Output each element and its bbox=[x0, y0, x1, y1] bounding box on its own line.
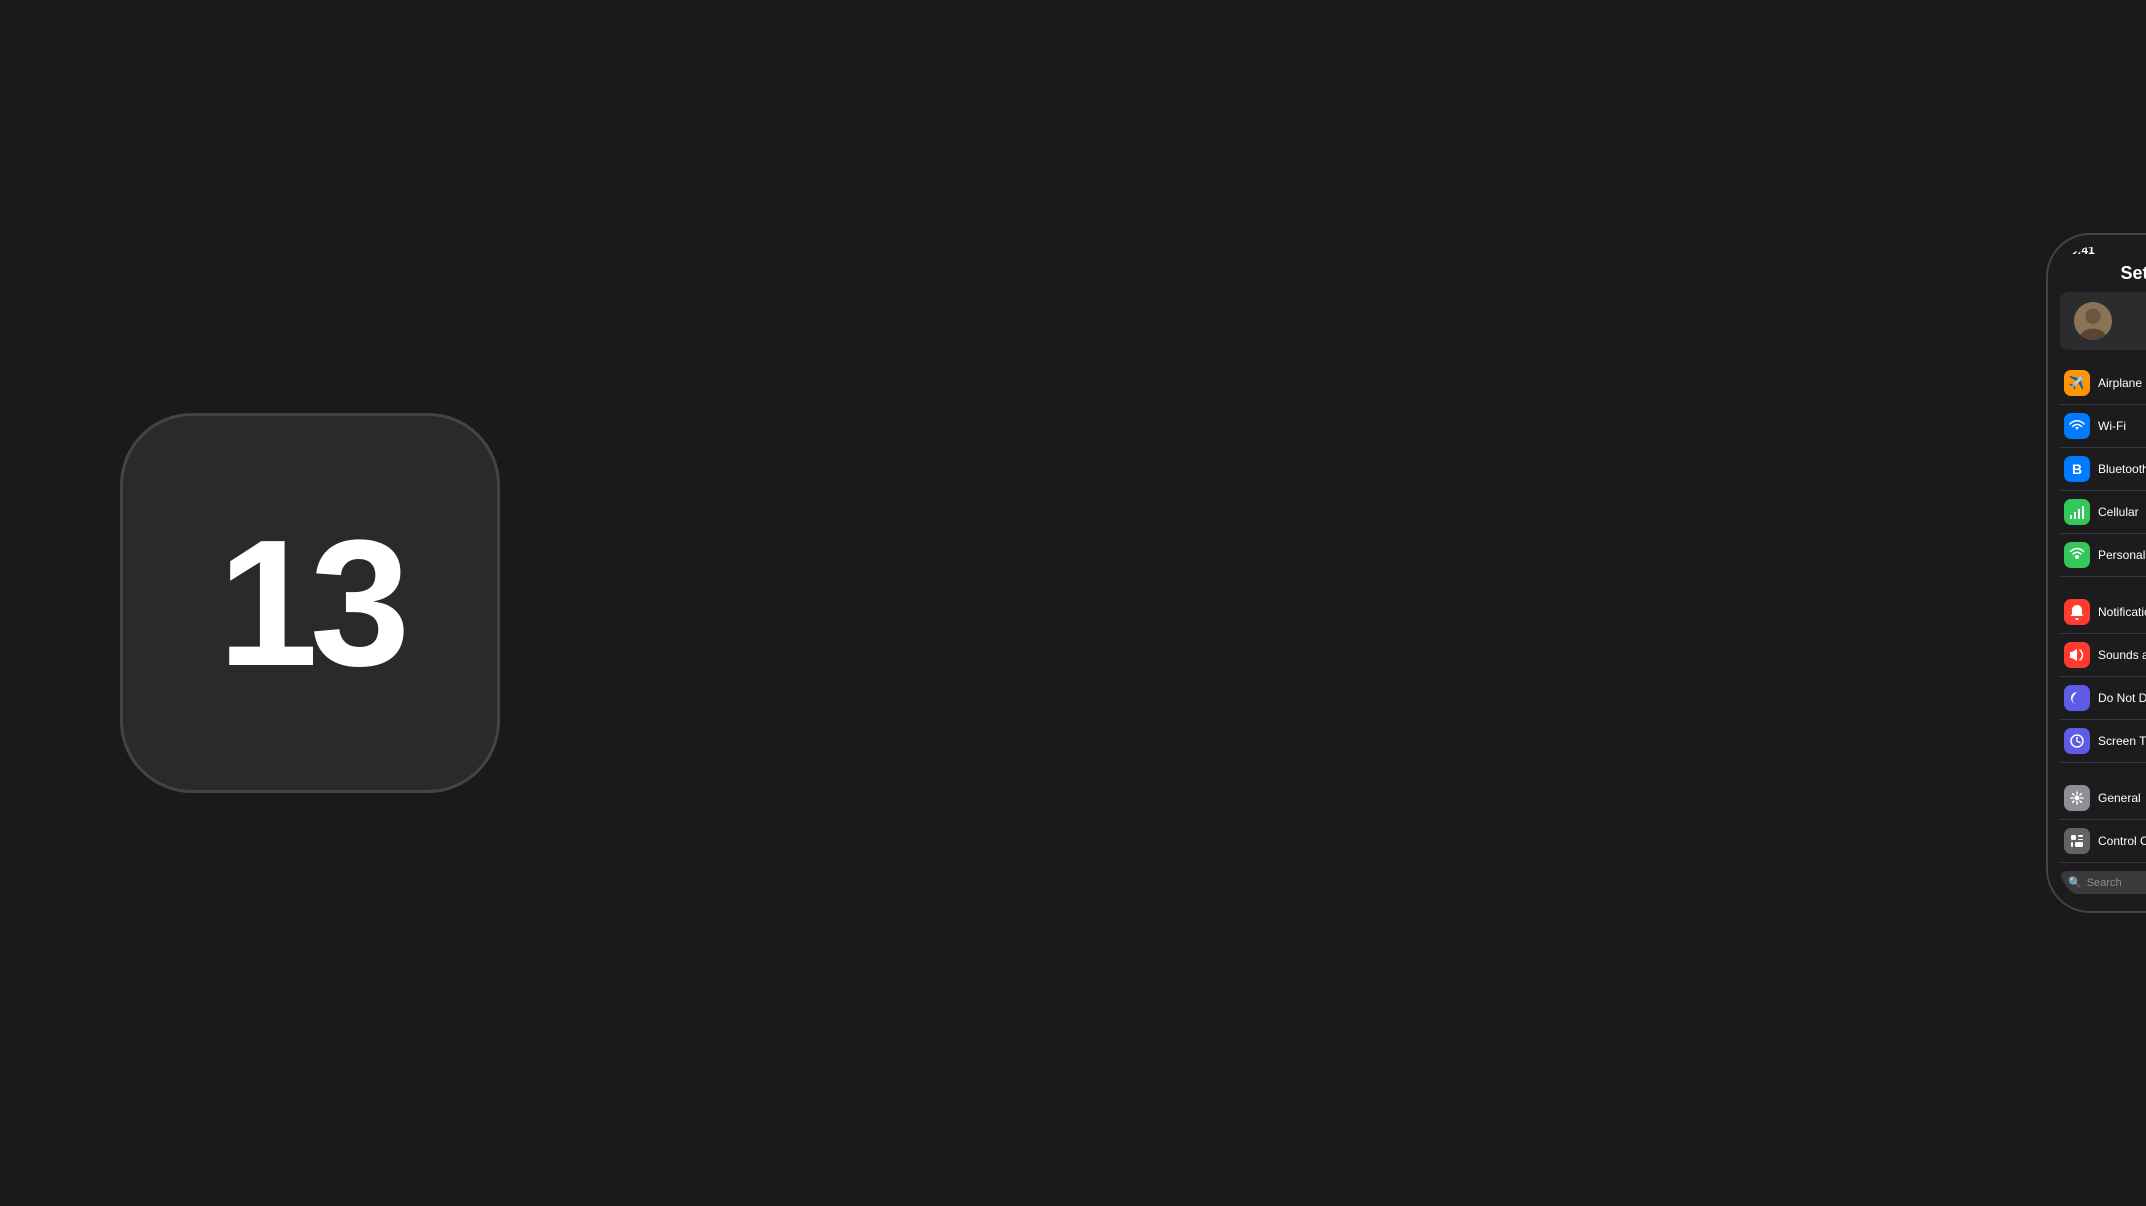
controlcenter-label: Control Center bbox=[2098, 834, 2146, 848]
dnd-icon bbox=[2064, 685, 2090, 711]
settings-group-1: ✈️ Airplane Mode Wi-Fi B Bluetooth bbox=[2048, 362, 2146, 577]
settings-gap-1 bbox=[2048, 577, 2146, 591]
notifications-label: Notifications bbox=[2098, 605, 2146, 619]
settings-row-dnd[interactable]: Do Not Disturb bbox=[2048, 677, 2146, 720]
bluetooth-label: Bluetooth bbox=[2098, 462, 2146, 476]
sounds-icon bbox=[2064, 642, 2090, 668]
settings-row-bluetooth[interactable]: B Bluetooth bbox=[2048, 448, 2146, 491]
ios-logo-number: 13 bbox=[218, 500, 402, 707]
settings-time: 09:41 bbox=[2064, 243, 2095, 257]
settings-row-controlcenter[interactable]: Control Center bbox=[2048, 820, 2146, 863]
settings-row-general[interactable]: General bbox=[2048, 777, 2146, 820]
hotspot-icon bbox=[2064, 542, 2090, 568]
bluetooth-icon: B bbox=[2064, 456, 2090, 482]
phone-settings: 09:41 ▌▌▌ ▲ ▮ Settings bbox=[2046, 233, 2146, 913]
wifi-label: Wi-Fi bbox=[2098, 419, 2126, 433]
sounds-label: Sounds and Haptics bbox=[2098, 648, 2146, 662]
profile-avatar bbox=[2074, 302, 2112, 340]
notifications-icon bbox=[2064, 599, 2090, 625]
settings-gap-2 bbox=[2048, 763, 2146, 777]
settings-group-2: Notifications Sounds and Haptics Do Not … bbox=[2048, 591, 2146, 763]
settings-row-wifi[interactable]: Wi-Fi bbox=[2048, 405, 2146, 448]
settings-row-cellular[interactable]: Cellular bbox=[2048, 491, 2146, 534]
settings-row-sounds[interactable]: Sounds and Haptics bbox=[2048, 634, 2146, 677]
general-icon bbox=[2064, 785, 2090, 811]
airplane-mode-icon: ✈️ bbox=[2064, 370, 2090, 396]
hotspot-label: Personal Hotspot bbox=[2098, 548, 2146, 562]
cellular-icon bbox=[2064, 499, 2090, 525]
settings-row-airplane[interactable]: ✈️ Airplane Mode bbox=[2048, 362, 2146, 405]
settings-search[interactable]: 🔍 Search bbox=[2058, 871, 2146, 894]
general-label: General bbox=[2098, 791, 2141, 805]
airplane-mode-label: Airplane Mode bbox=[2098, 376, 2146, 390]
search-placeholder: Search bbox=[2087, 877, 2122, 889]
controlcenter-icon bbox=[2064, 828, 2090, 854]
dnd-label: Do Not Disturb bbox=[2098, 691, 2146, 705]
settings-screen: 09:41 ▌▌▌ ▲ ▮ Settings bbox=[2048, 235, 2146, 911]
search-magnifier-icon: 🔍 bbox=[2068, 876, 2082, 889]
settings-row-hotspot[interactable]: Personal Hotspot bbox=[2048, 534, 2146, 577]
wifi-icon bbox=[2064, 413, 2090, 439]
scene: 13 09:41 ▌▌▌ ▲ ▮ Settings bbox=[0, 0, 2146, 1206]
settings-row-notifications[interactable]: Notifications bbox=[2048, 591, 2146, 634]
screentime-icon bbox=[2064, 728, 2090, 754]
screentime-label: Screen Time bbox=[2098, 734, 2146, 748]
settings-profile: Dark Mode bbox=[2058, 292, 2146, 350]
cellular-label: Cellular bbox=[2098, 505, 2139, 519]
settings-row-screentime[interactable]: Screen Time bbox=[2048, 720, 2146, 763]
ios-logo: 13 bbox=[120, 413, 500, 793]
settings-group-3: General Control Center bbox=[2048, 777, 2146, 863]
ios-logo-box: 13 bbox=[120, 413, 500, 793]
settings-title: Settings bbox=[2048, 259, 2146, 292]
